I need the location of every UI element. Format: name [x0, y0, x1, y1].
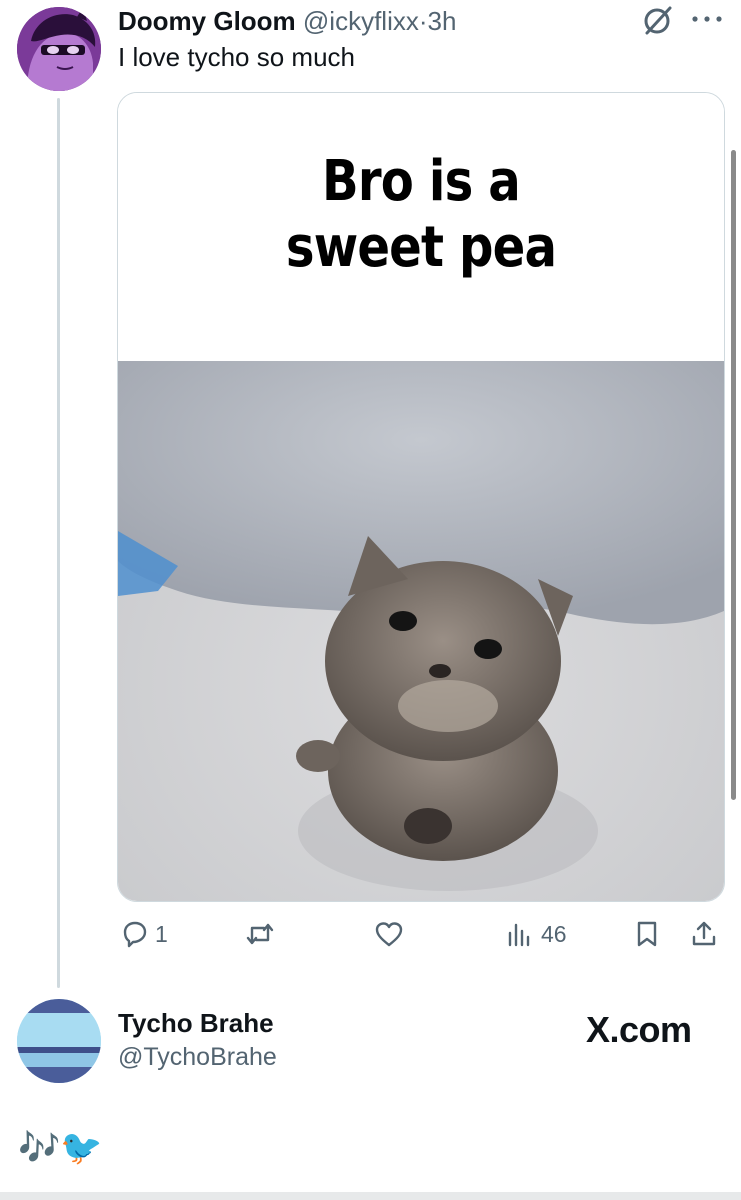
site-logo[interactable]: X.com	[586, 1008, 692, 1052]
author-handle[interactable]: @ickyflixx	[303, 6, 419, 36]
like-button[interactable]	[374, 912, 404, 956]
share-icon	[692, 921, 716, 946]
scrollbar[interactable]	[731, 150, 736, 800]
views-icon	[508, 923, 530, 947]
bookmark-icon	[637, 921, 657, 947]
reply-count: 1	[155, 920, 168, 947]
action-bar: 1 46	[117, 912, 723, 956]
tweet-time[interactable]: 3h	[428, 6, 457, 36]
meme-caption-area: Bro is a sweet pea	[118, 93, 724, 361]
kitten-photo	[118, 361, 724, 901]
separator-dot: ·	[418, 6, 428, 36]
tweet-media[interactable]: Bro is a sweet pea	[117, 92, 725, 902]
share-button[interactable]	[689, 912, 719, 956]
avatar[interactable]	[17, 7, 101, 91]
like-icon	[375, 922, 403, 947]
retweet-icon	[246, 923, 274, 945]
meme-caption-line1: Bro is a	[322, 149, 521, 214]
reply-icon	[123, 921, 147, 948]
grok-icon[interactable]	[640, 2, 676, 38]
view-count: 46	[541, 920, 567, 947]
retweet-button[interactable]	[245, 912, 275, 956]
reply-button[interactable]: 1	[119, 912, 168, 956]
views-button[interactable]: 46	[505, 912, 567, 956]
tweet-text: I love tycho so much	[118, 42, 355, 72]
bookmark-button[interactable]	[632, 912, 662, 956]
meme-caption: Bro is a sweet pea	[160, 149, 681, 281]
meme-caption-line2: sweet pea	[285, 215, 557, 280]
more-icon[interactable]	[690, 12, 724, 26]
embed-author-avatar[interactable]	[17, 999, 101, 1083]
embed-author-handle[interactable]: @TychoBrahe	[118, 1041, 277, 1073]
emoji-row: 🎶🐦	[18, 1129, 103, 1167]
thread-line	[57, 98, 60, 988]
author-name[interactable]: Doomy Gloom	[118, 6, 296, 36]
tweet-header: Doomy Gloom @ickyflixx·3h	[118, 4, 711, 38]
bottom-divider	[0, 1192, 741, 1200]
embed-author-name[interactable]: Tycho Brahe	[118, 1007, 274, 1039]
